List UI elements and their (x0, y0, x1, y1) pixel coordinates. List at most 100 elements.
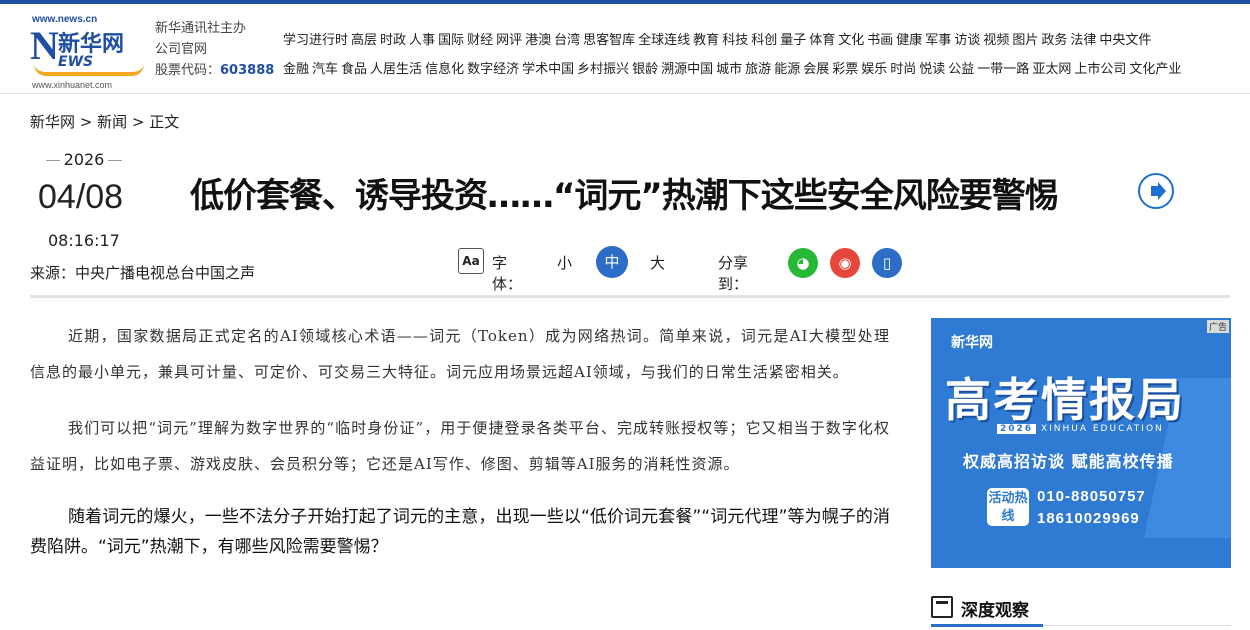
speaker-icon (1151, 182, 1166, 200)
nav-link[interactable]: 人居生活 (370, 62, 422, 77)
ad-title: 高考情报局 (945, 373, 1185, 427)
ad-phone-numbers: 010-88050757 18610029969 (1037, 486, 1146, 530)
font-size-icon: Aa (458, 248, 484, 274)
nav-link[interactable]: 科技 (722, 33, 748, 48)
mobile-share-icon[interactable]: ▯ (872, 248, 902, 278)
nav-link[interactable]: 文化产业 (1129, 62, 1181, 77)
stock-label: 股票代码： (155, 63, 221, 78)
ad-edu-line: 2026 XINHUA EDUCATION (997, 424, 1164, 434)
nav-link[interactable]: 科创 (751, 33, 777, 48)
nav-link[interactable]: 人事 (409, 33, 435, 48)
article-title: 低价套餐、诱导投资……“词元”热潮下这些安全风险要警惕 (190, 176, 1059, 216)
nav-link[interactable]: 溯源中国 (661, 62, 713, 77)
logo-url-bottom: www.xinhuanet.com (32, 80, 113, 90)
nav-link[interactable]: 娱乐 (861, 62, 887, 77)
deep-observation-section: 深度观察 (931, 592, 1231, 627)
nav-link[interactable]: 书画 (867, 33, 893, 48)
nav-link[interactable]: 港澳 (525, 33, 551, 48)
nav-link[interactable]: 视频 (983, 33, 1009, 48)
article-source: 来源：中央广播电视总台中国之声 (30, 264, 256, 282)
channel-nav: 学习进行时 高层 时政 人事 国际 财经 网评 港澳 台湾 思客智库 全球连线 教育 科技 科创 量子 体育文… (283, 26, 1243, 84)
font-size-label: 字体： (492, 254, 523, 293)
nav-link[interactable]: 台湾 (554, 33, 580, 48)
nav-link[interactable]: 悦读 (919, 62, 945, 77)
ad-edu-year: 2026 (997, 424, 1037, 434)
stock-code: 股票代码：603888 (155, 60, 274, 81)
nav-link[interactable]: 中央文件 (1099, 33, 1151, 48)
ad-phone-2: 18610029969 (1037, 510, 1140, 527)
nav-link[interactable]: 全球连线 (638, 33, 690, 48)
section-underline (931, 624, 1043, 627)
logo-swoosh (34, 64, 144, 76)
channel-nav-row-1: 学习进行时 高层 时政 人事 国际 财经 网评 港澳 台湾 思客智库 全球连线 教育 科技 科创 量子 体育文… (283, 26, 1243, 55)
ad-hotline-badge: 活动热线 (987, 488, 1029, 526)
weibo-share-icon[interactable]: ◉ (830, 248, 860, 278)
org-line-2: 公司官网 (155, 42, 208, 57)
nav-link[interactable]: 银龄 (632, 62, 658, 77)
title-divider (30, 295, 1230, 298)
publish-year: 2026 (46, 150, 122, 169)
book-icon (931, 596, 953, 618)
xinhua-logo[interactable]: www.news.cn N 新华网 EWS www.xinhuanet.com (28, 12, 148, 92)
nav-link[interactable]: 健康 (896, 33, 922, 48)
nav-link[interactable]: 公益 (948, 62, 974, 77)
nav-link[interactable]: 信息化 (425, 62, 464, 77)
site-header: www.news.cn N 新华网 EWS www.xinhuanet.com … (0, 4, 1250, 94)
nav-link[interactable]: 乡村振兴 (577, 62, 629, 77)
nav-link[interactable]: 高层 (351, 33, 377, 48)
stock-number[interactable]: 603888 (220, 63, 274, 78)
nav-link[interactable]: 一带一路 (977, 62, 1029, 77)
nav-link[interactable]: 教育 (693, 33, 719, 48)
audio-play-icon[interactable] (1138, 173, 1174, 209)
nav-link[interactable]: 网评 (496, 33, 522, 48)
org-info: 新华通讯社主办 公司官网 股票代码：603888 (155, 18, 274, 81)
gaokao-ad-banner[interactable]: 广告 新华网 高考情报局 2026 XINHUA EDUCATION 权威高招访… (931, 318, 1231, 568)
wechat-share-icon[interactable]: ◕ (788, 248, 818, 278)
article-paragraph: 我们可以把“词元”理解为数字世界的“临时身份证”，用于便捷登录各类平台、完成转账… (30, 419, 890, 473)
font-small-button[interactable]: 小 (557, 252, 572, 273)
nav-link[interactable]: 食品 (341, 62, 367, 77)
nav-link[interactable]: 城市 (716, 62, 742, 77)
ad-logo: 新华网 (951, 335, 993, 351)
nav-link[interactable]: 思客智库 (583, 33, 635, 48)
nav-link[interactable]: 学习进行时 (283, 33, 348, 48)
nav-link[interactable]: 数字经济 (467, 62, 519, 77)
breadcrumb[interactable]: 新华网 > 新闻 > 正文 (30, 111, 179, 132)
channel-nav-row-2: 金融 汽车 食品 人居生活 信息化 数字经济 学术中国 乡村振兴 银龄 溯源中国 城市 旅游 能源 会展彩… (283, 55, 1243, 84)
font-medium-button[interactable]: 中 (596, 246, 628, 278)
nav-link[interactable]: 上市公司 (1074, 62, 1126, 77)
org-line-1: 新华通讯社主办 (155, 21, 247, 36)
nav-link[interactable]: 访谈 (954, 33, 980, 48)
nav-link[interactable]: 旅游 (745, 62, 771, 77)
ad-edu-text: XINHUA EDUCATION (1040, 424, 1164, 434)
nav-link[interactable]: 图片 (1012, 33, 1038, 48)
nav-link[interactable]: 法律 (1070, 33, 1096, 48)
publish-time: 08:16:17 (48, 231, 120, 250)
nav-link[interactable]: 文化 (838, 33, 864, 48)
nav-link[interactable]: 金融 (283, 62, 309, 77)
nav-link[interactable]: 国际 (438, 33, 464, 48)
section-title[interactable]: 深度观察 (961, 596, 1029, 621)
nav-link[interactable]: 财经 (467, 33, 493, 48)
share-label: 分享到： (718, 254, 749, 293)
logo-letter-n: N (30, 23, 59, 68)
publish-date: 04/08 (38, 178, 124, 216)
ad-phone-1: 010-88050757 (1037, 488, 1146, 505)
ad-subtitle: 权威高招访谈 赋能高校传播 (963, 452, 1174, 471)
nav-link[interactable]: 军事 (925, 33, 951, 48)
nav-link[interactable]: 彩票 (832, 62, 858, 77)
article-paragraph: 随着词元的爆火，一些不法分子开始打起了词元的主意，出现一些以“低价词元套餐”“词… (30, 507, 890, 557)
font-large-button[interactable]: 大 (650, 252, 665, 273)
nav-link[interactable]: 时政 (380, 33, 406, 48)
nav-link[interactable]: 政务 (1041, 33, 1067, 48)
nav-link[interactable]: 量子 (780, 33, 806, 48)
nav-link[interactable]: 亚太网 (1032, 62, 1071, 77)
nav-link[interactable]: 体育 (809, 33, 835, 48)
nav-link[interactable]: 会展 (803, 62, 829, 77)
article-body: 近期，国家数据局正式定名的AI领域核心术语——词元（Token）成为网络热词。简… (30, 318, 890, 562)
nav-link[interactable]: 学术中国 (522, 62, 574, 77)
nav-link[interactable]: 时尚 (890, 62, 916, 77)
nav-link[interactable]: 能源 (774, 62, 800, 77)
article-paragraph: 近期，国家数据局正式定名的AI领域核心术语——词元（Token）成为网络热词。简… (30, 327, 890, 381)
nav-link[interactable]: 汽车 (312, 62, 338, 77)
